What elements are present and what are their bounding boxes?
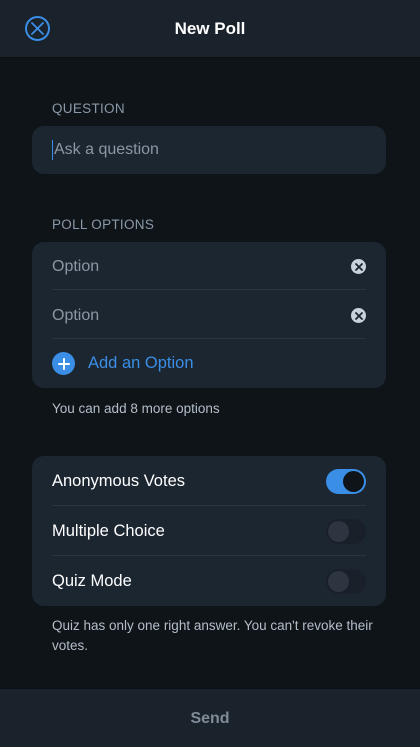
remove-option-icon[interactable] <box>351 259 366 274</box>
setting-row-quiz-mode: Quiz Mode <box>52 556 366 606</box>
question-card: Ask a question <box>32 126 386 174</box>
toggle-knob <box>328 571 349 592</box>
settings-card: Anonymous Votes Multiple Choice Quiz Mod… <box>32 456 386 606</box>
send-button[interactable]: Send <box>0 689 420 747</box>
quiz-footnote: Quiz has only one right answer. You can'… <box>52 618 373 653</box>
setting-label: Multiple Choice <box>52 522 165 540</box>
question-input[interactable]: Ask a question <box>52 126 362 174</box>
options-remaining-hint: You can add 8 more options <box>52 401 220 416</box>
option-input[interactable]: Option <box>52 242 366 290</box>
setting-label: Quiz Mode <box>52 572 132 590</box>
toggle-knob <box>343 471 364 492</box>
poll-options-card: Option Option Add an Option <box>32 242 386 388</box>
header-bar: New Poll <box>0 0 420 58</box>
setting-label: Anonymous Votes <box>52 472 185 490</box>
poll-options-section-label: POLL OPTIONS <box>52 217 155 232</box>
page-title: New Poll <box>174 19 246 38</box>
toggle-knob <box>328 521 349 542</box>
setting-row-anonymous-votes: Anonymous Votes <box>52 456 366 506</box>
remove-option-icon[interactable] <box>351 308 366 323</box>
add-option-label: Add an Option <box>88 354 194 372</box>
question-placeholder: Ask a question <box>54 141 159 158</box>
plus-icon <box>52 352 75 375</box>
setting-row-multiple-choice: Multiple Choice <box>52 506 366 556</box>
quiz-mode-toggle[interactable] <box>326 569 366 594</box>
option-placeholder: Option <box>52 307 100 324</box>
text-caret <box>52 140 53 160</box>
question-section-label: QUESTION <box>52 101 125 116</box>
new-poll-screen: New Poll QUESTION Ask a question POLL OP… <box>0 0 420 747</box>
footer-bar: Send <box>0 688 420 747</box>
add-option-button[interactable]: Add an Option <box>52 340 366 388</box>
option-placeholder: Option <box>52 258 100 275</box>
anonymous-votes-toggle[interactable] <box>326 469 366 494</box>
option-input[interactable]: Option <box>52 291 366 339</box>
multiple-choice-toggle[interactable] <box>326 519 366 544</box>
